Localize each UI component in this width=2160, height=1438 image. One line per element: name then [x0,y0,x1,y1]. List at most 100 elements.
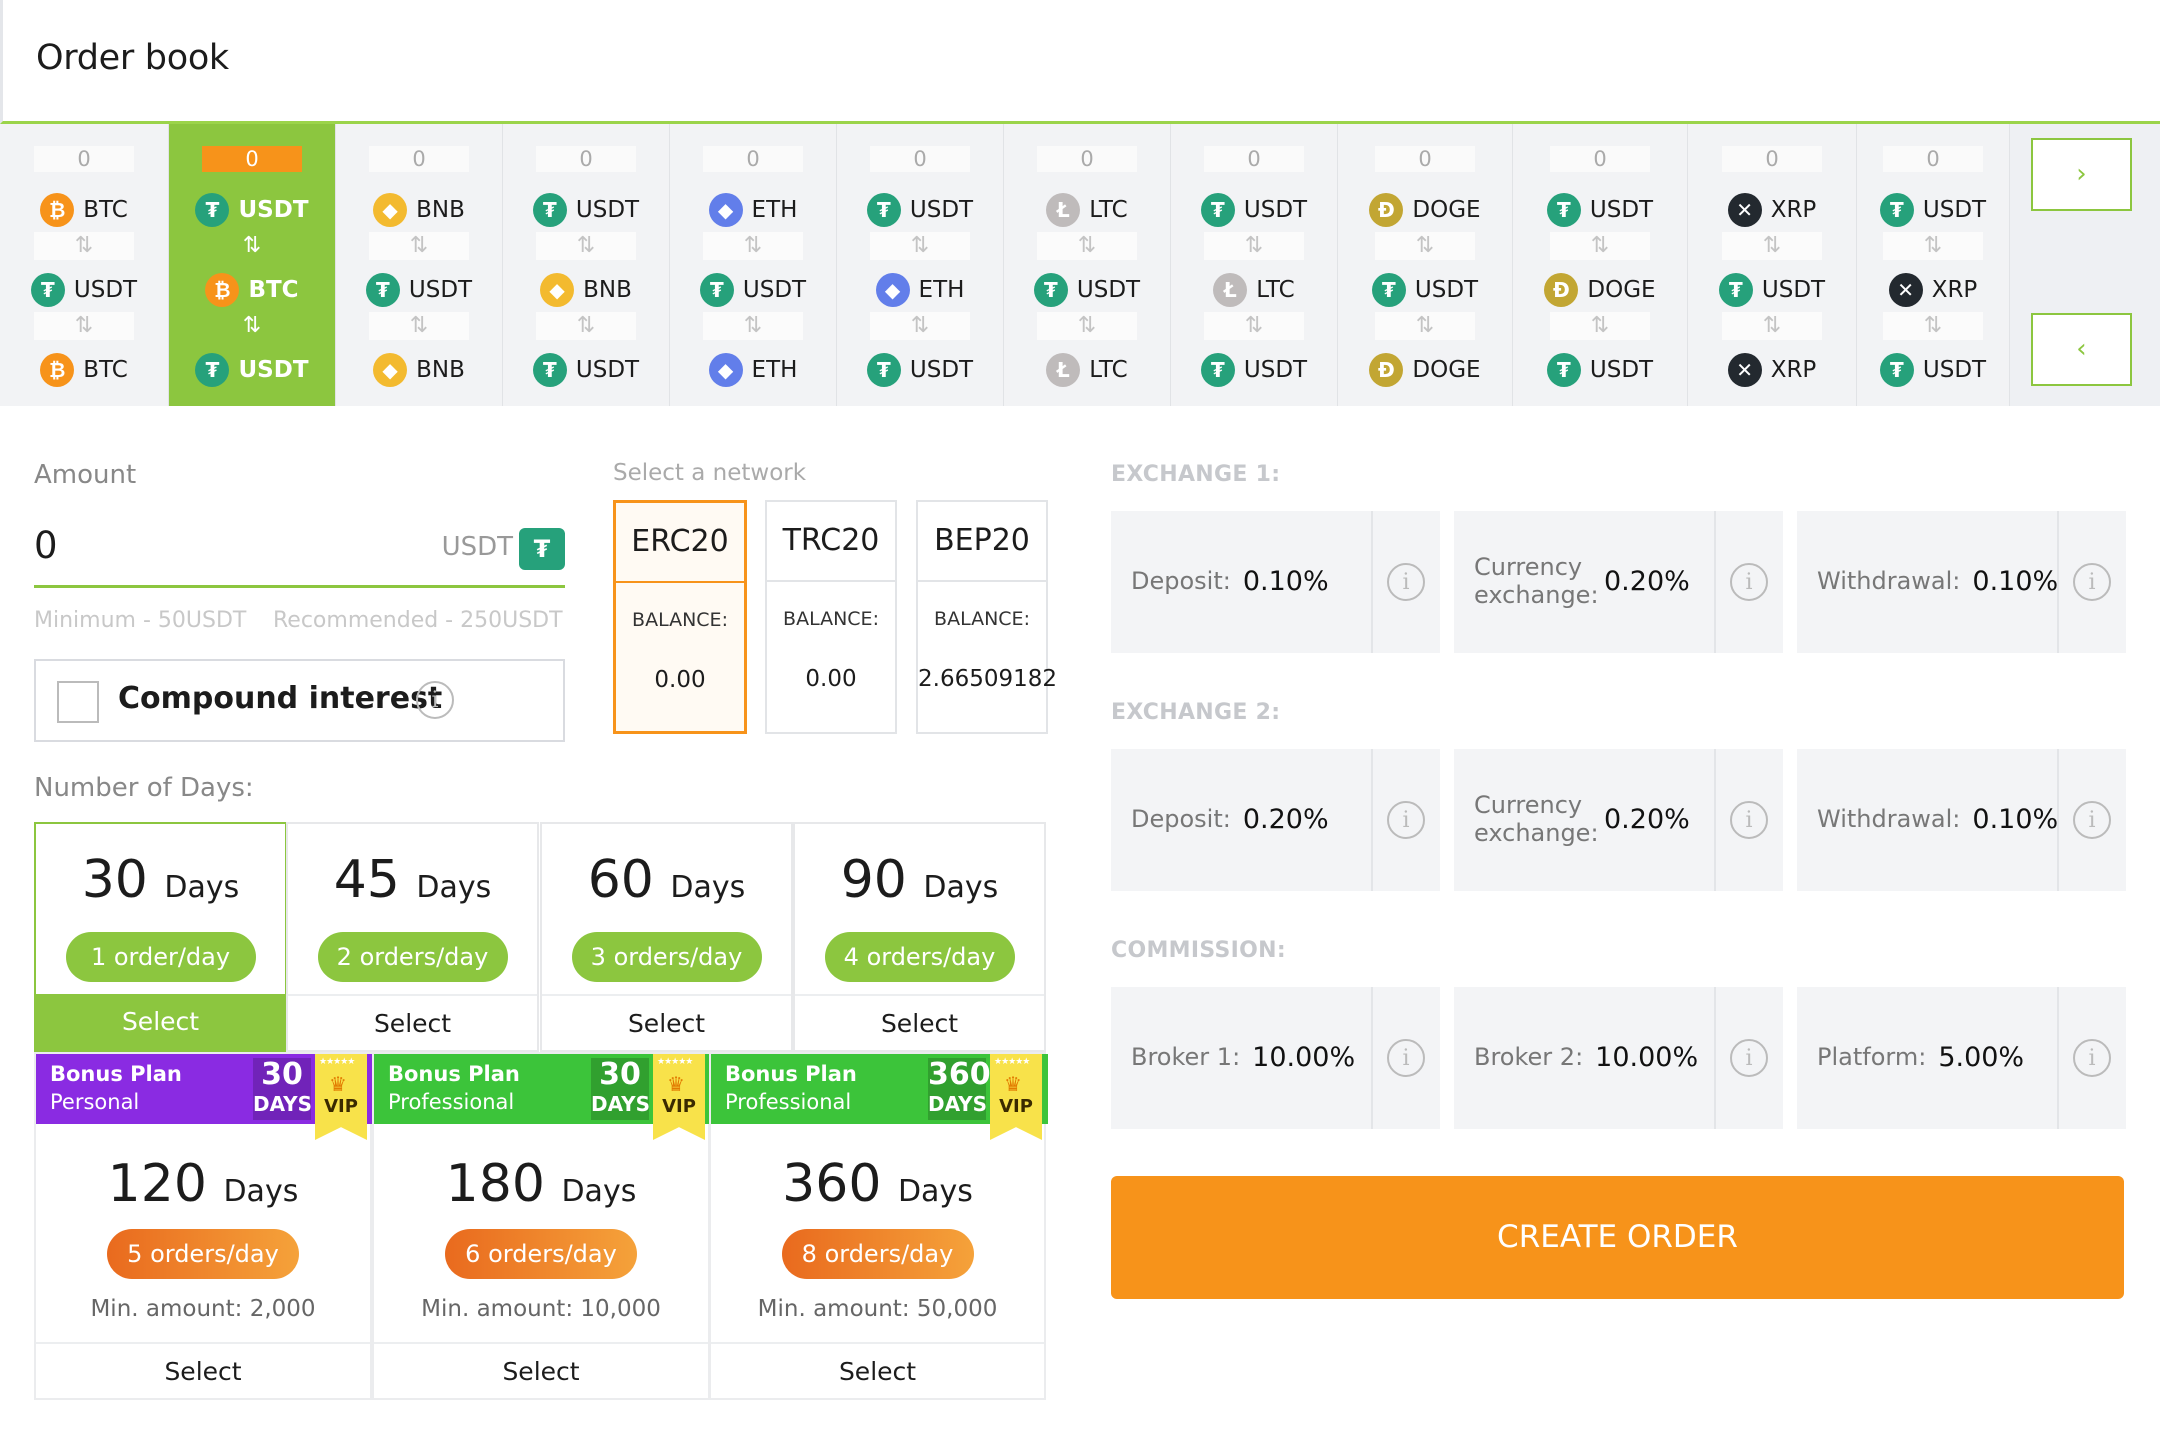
days-word: Days [670,870,746,905]
pair-option[interactable]: 0 ◆ BNB ⇅ ₮ USDT ⇅ ◆ BNB [336,124,503,406]
plan-days-number: 60 [587,850,654,910]
stars-icon: ★★★★★ [994,1057,1030,1067]
pair-coin-row: ✕ XRP [1688,192,1856,228]
vip-label: VIP [662,1096,696,1117]
pair-order-count: 0 [1550,146,1650,172]
stars-icon: ★★★★★ [319,1057,355,1067]
select-plan-button[interactable]: Select [288,994,537,1050]
pair-option[interactable]: 0 Đ DOGE ⇅ ₮ USDT ⇅ Đ DOGE [1338,124,1513,406]
compound-interest-toggle[interactable]: Compound interest i [34,659,565,742]
coin-name: BNB [416,357,465,383]
create-order-button[interactable]: CREATE ORDER [1111,1176,2124,1299]
info-icon[interactable]: i [1387,563,1425,601]
select-plan-button[interactable]: Select [36,994,285,1050]
select-plan-button[interactable]: Select [711,1342,1044,1398]
divider [2057,749,2059,891]
fee-row: Currency exchange: 0.20% [1474,511,1690,653]
coin-name: XRP [1931,277,1978,303]
coin-name: USDT [1589,357,1654,383]
fee-label: Deposit: [1131,805,1231,834]
pair-coin-row: ₮ USDT [837,192,1003,228]
days-word: Days [923,870,999,905]
pair-coin-row: ₮ USDT [1513,192,1687,228]
amount-input[interactable]: 0 USDT ₮ [34,508,565,588]
usdt-icon: ₮ [866,353,901,387]
plan-days-number: 180 [445,1154,545,1214]
info-icon[interactable]: i [1387,1039,1425,1077]
ltc-icon: Ł [1213,273,1248,307]
compound-interest-checkbox[interactable] [57,681,99,723]
days-word: Days [897,1174,973,1209]
pair-option[interactable]: 0 ₿ BTC ⇅ ₮ USDT ⇅ ₿ BTC [0,124,169,406]
bonus-days-unit: DAYS [253,1092,313,1116]
coin-name: ETH [751,357,798,383]
amount-label: Amount [34,460,137,490]
pair-option[interactable]: 0 ₮ USDT ⇅ ₿ BTC ⇅ ₮ USDT [169,124,336,406]
plan-card-60-days: 60 Days 3 orders/day Select [540,822,793,1052]
info-icon[interactable]: i [1730,1039,1768,1077]
page-header: Order book [0,0,2160,124]
pair-order-count: 0 [1883,146,1983,172]
coin-name: DOGE [1587,277,1656,303]
fee-label: Currency exchange: [1474,553,1599,609]
select-plan-button[interactable]: Select [374,1342,708,1398]
info-icon[interactable]: i [416,681,454,719]
bonus-days-number: 30 [261,1057,303,1092]
network-option-erc20[interactable]: ERC20 BALANCE: 0.00 [613,500,747,734]
plan-duration: 30 Days [36,850,285,910]
usdt-icon: ₮ [1200,353,1235,387]
fee-row: Deposit: 0.20% [1131,749,1329,891]
days-word: Days [223,1174,299,1209]
pair-option[interactable]: 0 ₮ USDT ⇅ Ł LTC ⇅ ₮ USDT [1171,124,1338,406]
network-option-bep20[interactable]: BEP20 BALANCE: 2.66509182 [916,500,1057,734]
pair-option[interactable]: 0 ✕ XRP ⇅ ₮ USDT ⇅ ✕ XRP [1688,124,1857,406]
select-plan-button[interactable]: Select [795,994,1044,1050]
btc-icon: ₿ [40,193,75,227]
swap-arrows-icon: ⇅ [242,313,262,338]
pair-coin-row: ₮ USDT [1857,192,2009,228]
pair-option[interactable]: 0 ₮ USDT ⇅ ✕ XRP ⇅ ₮ USDT [1857,124,2010,406]
info-icon[interactable]: i [2073,1039,2111,1077]
pair-option[interactable]: 0 ₮ USDT ⇅ ◆ ETH ⇅ ₮ USDT [837,124,1004,406]
swap-arrows-icon: ⇅ [34,312,134,340]
fee-row: Currency exchange: 0.20% [1474,749,1690,891]
usdt-icon: ₮ [365,273,400,307]
pair-option[interactable]: 0 Ł LTC ⇅ ₮ USDT ⇅ Ł LTC [1004,124,1171,406]
pair-coin-row: ₿ BTC [169,272,335,308]
info-icon[interactable]: i [1730,563,1768,601]
network-name: ERC20 [616,503,744,583]
pair-option[interactable]: 0 ◆ ETH ⇅ ₮ USDT ⇅ ◆ ETH [670,124,837,406]
divider [1371,987,1373,1129]
eth-icon: ◆ [708,193,743,227]
select-plan-button[interactable]: Select [542,994,791,1050]
pair-option[interactable]: 0 ₮ USDT ⇅ ◆ BNB ⇅ ₮ USDT [503,124,670,406]
pair-coin-row: ₮ USDT [1513,352,1687,388]
select-plan-button[interactable]: Select [36,1342,370,1398]
exchange2-fee-card: Currency exchange: 0.20% i [1454,749,1783,891]
fee-value: 10.00% [1252,1042,1356,1074]
crown-icon: ♛ [1004,1072,1022,1096]
commission-fee-card: Platform: 5.00% i [1797,987,2126,1129]
bonus-plan-tier: Professional [388,1090,515,1114]
swap-arrows-icon: ⇅ [1722,232,1822,260]
bonus-plan-header: Bonus Plan Professional 30 DAYS ★★★★★ ♛ V… [374,1054,711,1140]
info-icon[interactable]: i [2073,801,2111,839]
info-icon[interactable]: i [2073,563,2111,601]
info-icon[interactable]: i [1730,801,1768,839]
info-icon[interactable]: i [1387,801,1425,839]
plan-duration: 60 Days [542,850,791,910]
prev-pairs-button[interactable]: ‹ [2031,313,2132,386]
swap-arrows-icon: ⇅ [536,232,636,260]
next-pairs-button[interactable]: › [2031,138,2132,211]
fee-row: Withdrawal: 0.10% [1817,749,2058,891]
network-option-trc20[interactable]: TRC20 BALANCE: 0.00 [765,500,897,734]
usdt-icon: ₮ [1200,193,1235,227]
coin-name: DOGE [1412,197,1481,223]
pair-coin-row: ◆ BNB [336,192,502,228]
exchange2-fee-card: Withdrawal: 0.10% i [1797,749,2126,891]
compound-interest-label: Compound interest [118,681,443,716]
pair-coin-row: ✕ XRP [1857,272,2009,308]
plan-days-number: 30 [81,850,148,910]
coin-name: USDT [1922,197,1987,223]
pair-option[interactable]: 0 ₮ USDT ⇅ Đ DOGE ⇅ ₮ USDT [1513,124,1688,406]
